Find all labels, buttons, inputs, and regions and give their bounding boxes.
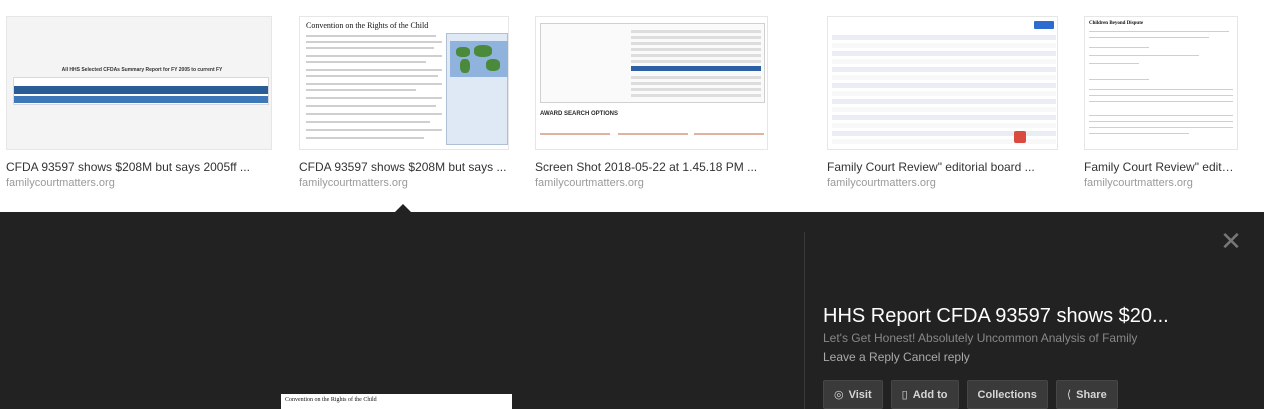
- bookmark-icon: ▯: [901, 389, 908, 401]
- visit-label: Visit: [848, 388, 872, 401]
- share-button[interactable]: ⟨ Share: [1055, 380, 1118, 409]
- panel-source[interactable]: Let's Get Honest! Absolutely Uncommon An…: [823, 331, 1137, 345]
- result-thumbnail-5[interactable]: Children Beyond Dispute: [1084, 16, 1238, 150]
- result-title[interactable]: Family Court Review" edito...: [1084, 160, 1238, 174]
- thumb-table: [13, 77, 269, 105]
- preview-image[interactable]: Convention on the Rights of the Child: [281, 394, 512, 409]
- add-to-label: Add to: [912, 388, 948, 401]
- world-map-icon: [450, 41, 508, 77]
- thumb-header: AWARD SEARCH OPTIONS: [540, 111, 619, 117]
- result-title[interactable]: CFDA 93597 shows $208M but says 2005ff .…: [6, 160, 272, 174]
- result-site[interactable]: familycourtmatters.org: [299, 177, 408, 189]
- result-thumbnail-3[interactable]: AWARD SEARCH OPTIONS: [535, 16, 768, 150]
- collections-label: Collections: [977, 388, 1037, 401]
- result-thumbnail-4[interactable]: [827, 16, 1058, 150]
- share-label: Share: [1076, 388, 1107, 401]
- thumb-header: Children Beyond Dispute: [1089, 21, 1144, 26]
- result-thumbnail-2[interactable]: Convention on the Rights of the Child: [299, 16, 509, 150]
- visit-button[interactable]: ◎ Visit: [823, 380, 883, 409]
- result-title[interactable]: Screen Shot 2018-05-22 at 1.45.18 PM ...: [535, 160, 768, 174]
- preview-header: Convention on the Rights of the Child: [285, 397, 377, 403]
- thumb-header: Convention on the Rights of the Child: [306, 21, 429, 30]
- result-title[interactable]: CFDA 93597 shows $208M but says ...: [299, 160, 509, 174]
- result-site[interactable]: familycourtmatters.org: [535, 177, 644, 189]
- result-site[interactable]: familycourtmatters.org: [827, 177, 936, 189]
- panel-description: Leave a Reply Cancel reply: [823, 350, 970, 364]
- panel-divider: [804, 232, 805, 409]
- action-bar: ◎ Visit ▯ Add to Collections ⟨ Share: [823, 380, 1118, 409]
- collections-button[interactable]: Collections: [966, 380, 1048, 409]
- selected-indicator: [394, 204, 412, 212]
- image-results-strip: All HHS Selected CFDAs Summary Report fo…: [0, 0, 1264, 212]
- result-thumbnail-1[interactable]: All HHS Selected CFDAs Summary Report fo…: [6, 16, 272, 150]
- share-icon: ⟨: [1066, 389, 1072, 401]
- close-icon[interactable]: ✕: [1218, 228, 1244, 254]
- add-to-button[interactable]: ▯ Add to: [890, 380, 959, 409]
- thumb-header: All HHS Selected CFDAs Summary Report fo…: [61, 67, 223, 73]
- result-site[interactable]: familycourtmatters.org: [6, 177, 115, 189]
- compass-icon: ◎: [834, 389, 844, 401]
- panel-title[interactable]: HHS Report CFDA 93597 shows $20...: [823, 305, 1223, 328]
- result-site[interactable]: familycourtmatters.org: [1084, 177, 1193, 189]
- result-title[interactable]: Family Court Review" editorial board ...: [827, 160, 1058, 174]
